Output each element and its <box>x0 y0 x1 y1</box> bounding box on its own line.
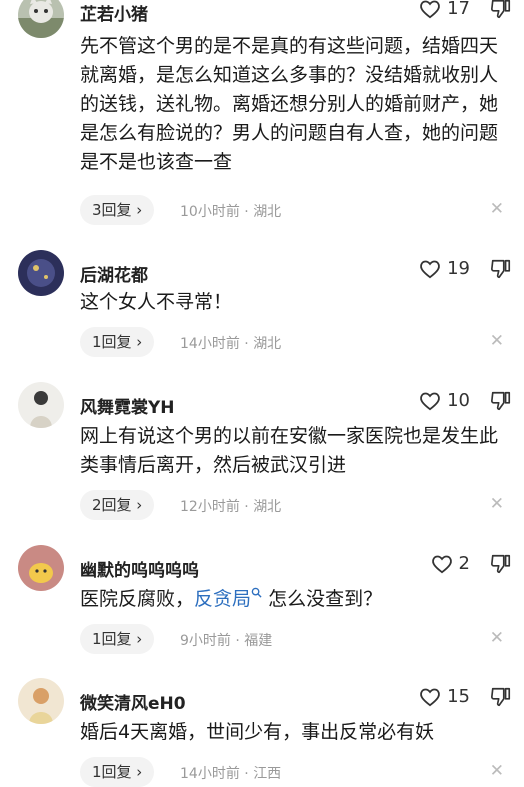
comment-meta: 14小时前 · 湖北 <box>180 333 281 353</box>
avatar[interactable] <box>18 545 64 591</box>
comment-text-before: 医院反腐败， <box>80 588 195 610</box>
dislike-button[interactable] <box>490 258 512 284</box>
thumbs-down-icon <box>491 259 511 279</box>
dislike-button[interactable] <box>490 0 512 24</box>
like-count: 2 <box>458 553 470 574</box>
close-icon[interactable]: ✕ <box>490 199 504 219</box>
view-replies-button[interactable]: 1回复 › <box>80 327 155 357</box>
location: 湖北 <box>253 336 282 352</box>
username[interactable]: 芷若小猪 <box>80 0 148 25</box>
meta-separator: · <box>244 336 249 352</box>
like-button[interactable]: 17 <box>419 0 470 19</box>
like-button[interactable]: 2 <box>431 553 470 574</box>
avatar[interactable] <box>18 678 64 724</box>
avatar[interactable] <box>18 0 64 38</box>
meta-separator: · <box>244 204 249 220</box>
timestamp: 9小时前 <box>180 633 231 649</box>
comment-meta: 12小时前 · 湖北 <box>180 496 281 516</box>
thumbs-down-icon <box>491 0 511 19</box>
thumbs-down-icon <box>491 554 511 574</box>
meta-separator: · <box>235 633 240 649</box>
close-icon[interactable]: ✕ <box>490 494 504 514</box>
like-button[interactable]: 19 <box>419 258 470 279</box>
search-link[interactable]: 反贪局 <box>194 588 251 610</box>
heart-outline-icon <box>431 555 452 573</box>
like-count: 10 <box>447 390 470 411</box>
comment-text-after: 怎么没查到？ <box>262 588 383 610</box>
username[interactable]: 后湖花都 <box>80 261 148 286</box>
heart-outline-icon <box>420 688 440 706</box>
username[interactable]: 幽默的呜呜呜呜 <box>80 556 199 581</box>
comment-text: 婚后4天离婚，世间少有，事出反常必有妖 <box>80 721 435 743</box>
avatar[interactable] <box>18 250 64 296</box>
close-icon[interactable]: ✕ <box>490 628 504 648</box>
like-count: 15 <box>447 686 470 707</box>
search-icon <box>251 587 262 598</box>
location: 湖北 <box>253 499 282 515</box>
comment-meta: 9小时前 · 福建 <box>180 630 272 650</box>
like-count: 17 <box>447 0 470 19</box>
location: 湖北 <box>253 204 282 220</box>
heart-outline-icon <box>420 260 440 278</box>
comment-text: 这个女人不寻常！ <box>80 291 233 313</box>
meta-separator: · <box>244 766 249 782</box>
avatar[interactable] <box>18 382 64 428</box>
meta-separator: · <box>244 499 249 515</box>
comment-text: 网上有说这个男的以前在安徽一家医院也是发生此类事情后离开，然后被武汉引进 <box>80 425 499 476</box>
comment-text: 医院反腐败，反贪局 怎么没查到？ <box>80 585 510 614</box>
dislike-button[interactable] <box>490 390 512 416</box>
close-icon[interactable]: ✕ <box>490 331 504 351</box>
username[interactable]: 微笑清风eH0 <box>80 689 186 714</box>
timestamp: 10小时前 <box>180 204 240 220</box>
close-icon[interactable]: ✕ <box>490 761 504 781</box>
view-replies-button[interactable]: 1回复 › <box>80 757 155 787</box>
like-count: 19 <box>447 258 470 279</box>
thumbs-down-icon <box>491 391 511 411</box>
view-replies-button[interactable]: 1回复 › <box>80 624 155 654</box>
username[interactable]: 风舞霓裳YH <box>80 393 175 418</box>
dislike-button[interactable] <box>490 553 512 579</box>
heart-outline-icon <box>420 0 440 18</box>
location: 福建 <box>244 633 273 649</box>
like-button[interactable]: 10 <box>419 390 470 411</box>
timestamp: 12小时前 <box>180 499 240 515</box>
comment-text: 先不管这个男的是不是真的有这些问题，结婚四天就离婚，是怎么知道这么多事的？没结婚… <box>80 35 499 173</box>
location: 江西 <box>253 766 282 782</box>
view-replies-button[interactable]: 2回复 › <box>80 490 155 520</box>
timestamp: 14小时前 <box>180 766 240 782</box>
like-button[interactable]: 15 <box>419 686 470 707</box>
view-replies-button[interactable]: 3回复 › <box>80 195 155 225</box>
comment-meta: 10小时前 · 湖北 <box>180 201 281 221</box>
timestamp: 14小时前 <box>180 336 240 352</box>
dislike-button[interactable] <box>490 686 512 712</box>
comment-meta: 14小时前 · 江西 <box>180 763 281 783</box>
heart-outline-icon <box>420 392 440 410</box>
thumbs-down-icon <box>491 687 511 707</box>
